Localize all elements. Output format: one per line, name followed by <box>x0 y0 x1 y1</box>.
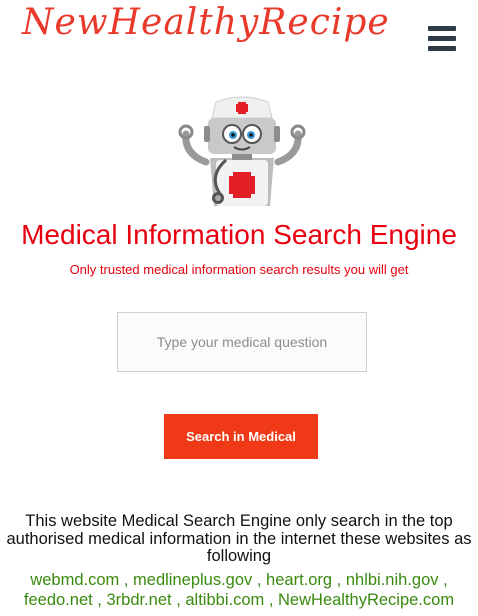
site-link-heart[interactable]: heart.org <box>266 571 332 589</box>
site-link-nhlbi[interactable]: nhlbi.nih.gov <box>346 571 439 589</box>
site-link-medlineplus[interactable]: medlineplus.gov <box>133 571 252 589</box>
site-link-newhealthyrecipe[interactable]: NewHealthyRecipe.com <box>278 591 454 609</box>
site-link-3rbdr[interactable]: 3rbdr.net <box>106 591 171 609</box>
site-link-feedo[interactable]: feedo.net <box>24 591 93 609</box>
description-text: This website Medical Search Engine only … <box>6 512 472 565</box>
doctor-robot-icon <box>178 96 306 206</box>
page-subtitle: Only trusted medical information search … <box>69 262 409 277</box>
page-title: Medical Information Search Engine <box>21 219 457 250</box>
site-link-webmd[interactable]: webmd.com <box>30 571 119 589</box>
site-link-altibbi[interactable]: altibbi.com <box>185 591 264 609</box>
site-logo[interactable]: NewHealthyRecipe <box>22 2 390 43</box>
hamburger-menu-icon[interactable] <box>428 26 456 52</box>
sites-list: webmd.com , medlineplus.gov , heart.org … <box>23 571 455 609</box>
search-button[interactable]: Search in Medical <box>164 414 318 459</box>
search-input[interactable] <box>117 312 367 372</box>
